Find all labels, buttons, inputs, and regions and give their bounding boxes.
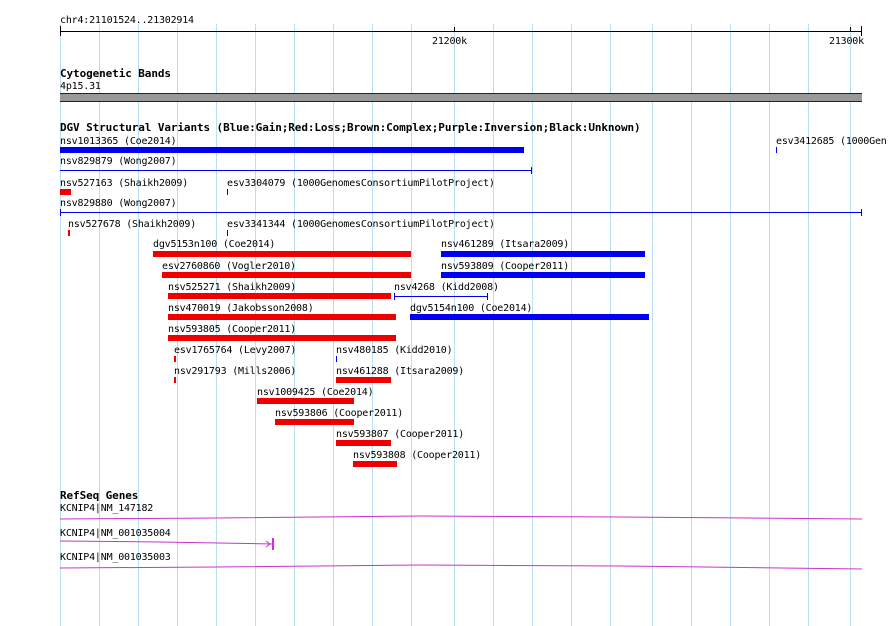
dgv-feature-label: nsv4268 (Kidd2008) [394,282,499,293]
dgv-gain-mark[interactable] [336,356,337,362]
dgv-gain-span[interactable] [60,170,532,171]
dgv-gain-mark[interactable] [227,189,228,195]
dgv-loss-bar[interactable] [162,272,411,278]
grid-line [372,24,373,626]
grid-line [730,24,731,626]
gene-label: KCNIP4|NM_147182 [60,503,154,514]
dgv-loss-bar[interactable] [168,314,396,320]
dgv-loss-bar[interactable] [168,335,396,341]
dgv-feature-label: nsv527678 (Shaikh2009) [68,219,197,230]
dgv-span-end [394,293,395,300]
dgv-gain-bar[interactable] [410,314,649,320]
ruler-axis[interactable] [60,31,862,32]
grid-line [850,24,851,626]
dgv-loss-mark[interactable] [174,356,176,362]
dgv-feature-label: esv3304079 (1000GenomesConsortiumPilotPr… [227,178,495,189]
genome-browser-view: chr4:21101524..21302914 21200k 21300k Cy… [0,0,890,626]
dgv-feature-label: esv1765764 (Levy2007) [174,345,297,356]
grid-line [411,24,412,626]
dgv-feature-label: dgv5153n100 (Coe2014) [153,239,276,250]
gene-label: KCNIP4|NM_001035003 [60,552,171,563]
ruler-major-tick [454,27,455,31]
dgv-loss-bar[interactable] [336,440,391,446]
dgv-gain-span[interactable] [60,212,862,213]
gene-arrow-mark [265,543,271,548]
dgv-feature-label: nsv593808 (Cooper2011) [353,450,482,461]
dgv-feature-label: nsv461289 (Itsara2009) [441,239,570,250]
dgv-gain-bar[interactable] [60,147,524,153]
dgv-feature-label: nsv593809 (Cooper2011) [441,261,570,272]
grid-line [652,24,653,626]
dgv-loss-bar[interactable] [275,419,354,425]
grid-line [610,24,611,626]
track-title-cytogenetic-bands[interactable]: Cytogenetic Bands [60,68,171,80]
grid-line [532,24,533,626]
ruler-end-tick [60,26,61,36]
ruler-label-21300k: 21300k [829,36,864,47]
dgv-feature-label: nsv593807 (Cooper2011) [336,429,465,440]
location-label: chr4:21101524..21302914 [60,15,194,26]
dgv-feature-label: nsv1009425 (Coe2014) [257,387,374,398]
dgv-feature-label: nsv829879 (Wong2007) [60,156,177,167]
grid-line [333,24,334,626]
dgv-feature-label: esv3341344 (1000GenomesConsortiumPilotPr… [227,219,495,230]
grid-line [571,24,572,626]
dgv-feature-label: nsv593805 (Cooper2011) [168,324,297,335]
dgv-gain-bar[interactable] [441,272,645,278]
dgv-loss-bar[interactable] [153,251,411,257]
grid-line [454,24,455,626]
dgv-feature-label: dgv5154n100 (Coe2014) [410,303,533,314]
dgv-loss-bar[interactable] [257,398,354,404]
cytoband-label: 4p15.31 [60,81,101,92]
gene-model-nm-001035004 [59,540,274,545]
gene-arrow-mark [265,540,271,545]
dgv-feature-label: nsv527163 (Shaikh2009) [60,178,189,189]
dgv-gain-mark[interactable] [227,230,228,236]
grid-line [691,24,692,626]
dgv-feature-label: esv2760860 (Vogler2010) [162,261,296,272]
dgv-feature-label: nsv480185 (Kidd2010) [336,345,453,356]
grid-line [493,24,494,626]
dgv-span-end [861,209,862,216]
dgv-loss-bar[interactable] [336,377,391,383]
dgv-gain-bar[interactable] [441,251,645,257]
grid-line [769,24,770,626]
dgv-loss-mark[interactable] [68,230,70,236]
dgv-feature-label: nsv291793 (Mills2006) [174,366,297,377]
dgv-span-end [60,209,61,216]
gene-label: KCNIP4|NM_001035004 [60,528,171,539]
dgv-loss-bar[interactable] [353,461,397,467]
dgv-loss-bar[interactable] [60,189,71,195]
track-title-dgv[interactable]: DGV Structural Variants (Blue:Gain;Red:L… [60,122,641,134]
dgv-loss-mark[interactable] [174,377,176,383]
track-title-refseq-genes[interactable]: RefSeq Genes [60,490,138,502]
dgv-feature-label: nsv461288 (Itsara2009) [336,366,465,377]
gene-model-nm-147182 [59,515,863,520]
cytoband-bar[interactable] [60,93,862,102]
dgv-span-end [487,293,488,300]
grid-line [808,24,809,626]
ruler-major-tick [850,27,851,31]
gene-model-nm-001035003 [59,564,863,570]
dgv-feature-label: nsv593806 (Cooper2011) [275,408,404,419]
dgv-loss-bar[interactable] [168,293,391,299]
dgv-gain-span[interactable] [394,296,488,297]
dgv-feature-label: esv3412685 (1000Gen [776,136,887,147]
dgv-span-end [531,167,532,174]
ruler-label-21200k: 21200k [432,36,467,47]
ruler-end-tick [861,26,862,36]
dgv-gain-mark[interactable] [776,147,777,153]
dgv-feature-label: nsv470019 (Jakobsson2008) [168,303,314,314]
dgv-feature-label: nsv525271 (Shaikh2009) [168,282,297,293]
dgv-feature-label: nsv1013365 (Coe2014) [60,136,177,147]
dgv-feature-label: nsv829880 (Wong2007) [60,198,177,209]
